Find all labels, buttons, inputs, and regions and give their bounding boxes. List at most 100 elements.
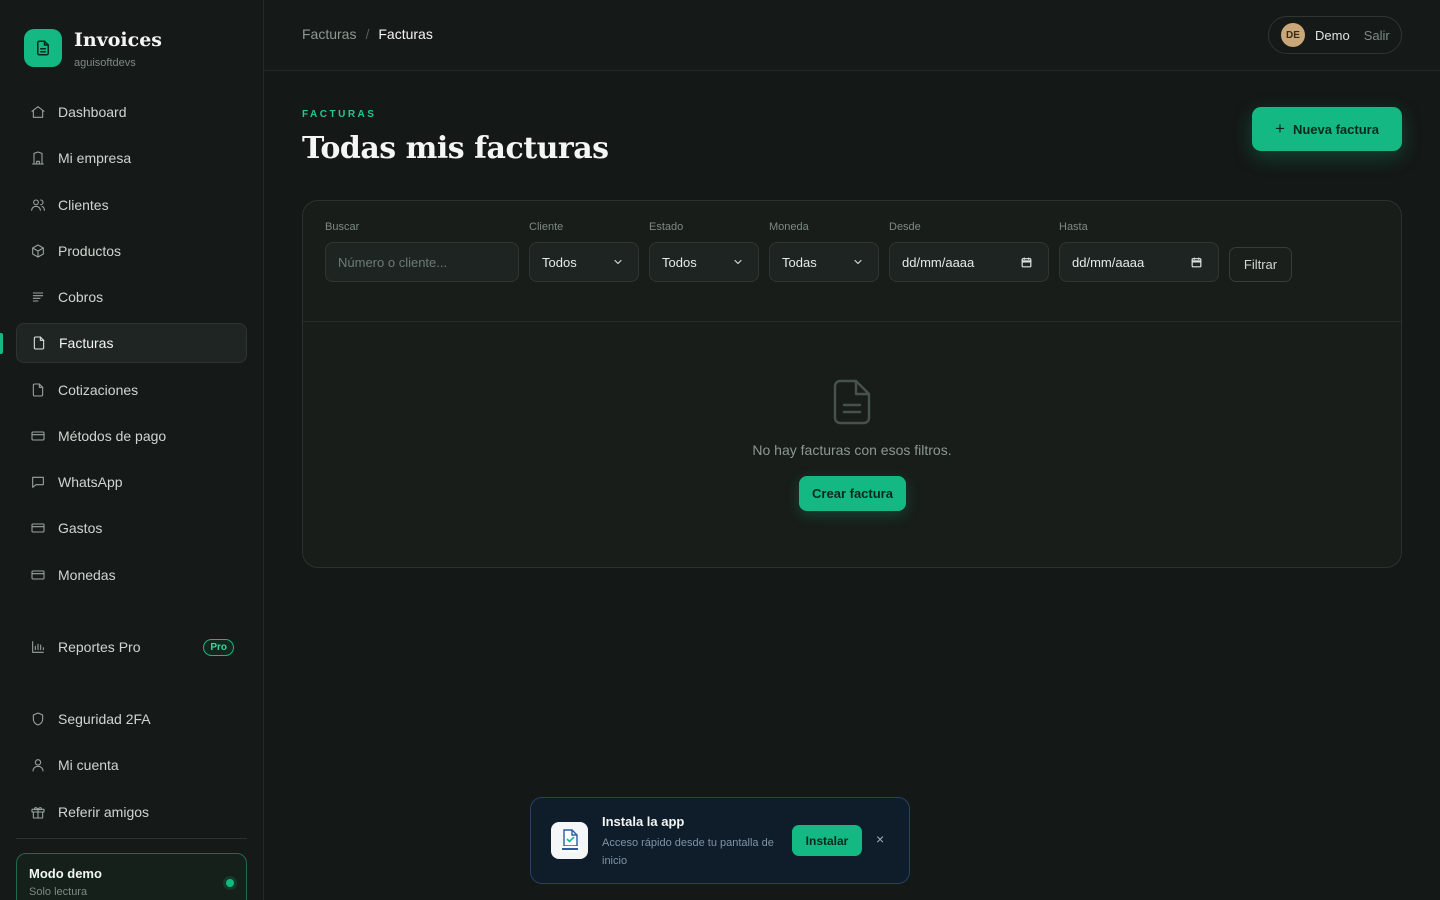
demo-mode-subtitle: Solo lectura [29,886,88,898]
sidebar-item-monedas[interactable]: Monedas [16,555,247,595]
shield-icon [29,710,47,728]
page-title: Todas mis facturas [302,131,609,166]
date-to-value: dd/mm/aaaa [1072,254,1145,270]
message-icon [29,473,47,491]
home-icon [29,103,47,121]
date-from-value: dd/mm/aaaa [902,254,975,270]
bar-chart-icon [29,638,47,656]
filter-button[interactable]: Filtrar [1229,247,1292,282]
sidebar-item-label: Facturas [59,335,114,351]
calendar-icon[interactable] [1190,256,1203,269]
sidebar-item-label: Métodos de pago [58,428,167,444]
breadcrumb: Facturas / Facturas [302,26,433,42]
date-from-input[interactable]: dd/mm/aaaa [889,242,1049,282]
list-icon [29,288,47,306]
demo-mode-card: Modo demo Solo lectura [16,853,247,900]
status-label: Estado [649,221,684,233]
sidebar-item-clientes[interactable]: Clientes [16,185,247,225]
sidebar-item-label: Mi empresa [58,150,132,166]
breadcrumb-link-facturas[interactable]: Facturas [302,26,356,42]
date-to-label: Hasta [1059,221,1088,233]
sidebar-item-mi-cuenta[interactable]: Mi cuenta [16,745,247,785]
new-invoice-button[interactable]: + Nueva factura [1252,107,1402,151]
sidebar-item-dashboard[interactable]: Dashboard [16,92,247,132]
file-icon [30,334,48,352]
user-menu: DE Demo Salir [1268,16,1402,54]
sidebar-item-productos[interactable]: Productos [16,231,247,271]
search-input[interactable]: Número o cliente... [325,242,519,282]
brand[interactable]: Invoices aguisoftdevs [24,29,162,69]
sidebar-item-mi-empresa[interactable]: Mi empresa [16,138,247,178]
install-button[interactable]: Instalar [792,825,862,856]
sidebar: Invoices aguisoftdevs Dashboard Mi empre… [0,0,264,900]
close-icon[interactable]: × [876,831,884,847]
date-to-input[interactable]: dd/mm/aaaa [1059,242,1219,282]
sidebar-item-label: Productos [58,243,122,259]
status-select[interactable]: Todos [649,242,759,282]
card-icon [29,427,47,445]
client-select[interactable]: Todos [529,242,639,282]
chevron-down-icon [614,259,622,265]
search-label: Buscar [325,221,360,233]
date-from-label: Desde [889,221,921,233]
currency-select-value: Todas [782,254,817,270]
sidebar-item-cotizaciones[interactable]: Cotizaciones [16,370,247,410]
sidebar-item-label: WhatsApp [58,474,123,490]
card-icon [29,566,47,584]
user-name: Demo [1315,27,1350,43]
currency-label: Moneda [769,221,809,233]
pro-badge: Pro [203,639,234,656]
sidebar-item-reportes-pro[interactable]: Reportes Pro Pro [16,627,247,667]
top-bar: Facturas / Facturas DE Demo Salir [264,0,1440,71]
sidebar-item-label: Cobros [58,289,104,305]
new-invoice-label: Nueva factura [1292,121,1379,137]
status-dot [226,879,234,887]
client-select-value: Todos [542,254,577,270]
sidebar-item-label: Gastos [58,520,103,536]
sidebar-item-cobros[interactable]: Cobros [16,277,247,317]
sidebar-item-referir-amigos[interactable]: Referir amigos [16,792,247,832]
client-label: Cliente [529,221,564,233]
users-icon [29,196,47,214]
sidebar-item-label: Seguridad 2FA [58,711,151,727]
building-icon [29,149,47,167]
sidebar-item-seguridad-2fa[interactable]: Seguridad 2FA [16,699,247,739]
app-subtitle: aguisoftdevs [74,57,136,69]
toast-title: Instala la app [602,814,685,829]
empty-file-icon [833,379,871,425]
invoice-logo-icon [24,29,62,67]
sidebar-item-label: Dashboard [58,104,127,120]
create-invoice-button[interactable]: Crear factura [799,476,906,511]
calendar-icon[interactable] [1020,256,1033,269]
card-icon [29,519,47,537]
sidebar-item-label: Monedas [58,567,116,583]
empty-state-message: No hay facturas con esos filtros. [752,442,952,458]
logout-button[interactable]: Salir [1364,28,1390,43]
sidebar-item-label: Cotizaciones [58,382,139,398]
file-icon [29,381,47,399]
status-select-value: Todos [662,254,697,270]
sidebar-item-label: Clientes [58,197,109,213]
demo-mode-title: Modo demo [29,866,102,881]
breadcrumb-current: Facturas [378,26,433,42]
sidebar-divider [16,838,247,839]
avatar[interactable]: DE [1281,23,1305,47]
chevron-down-icon [854,259,862,265]
filters-bar: Buscar Número o cliente... Cliente Todos… [303,201,1401,322]
sidebar-item-label: Mi cuenta [58,757,119,773]
currency-select[interactable]: Todas [769,242,879,282]
toast-subtitle: Acceso rápido desde tu pantalla de inici… [602,837,774,867]
sidebar-item-label: Referir amigos [58,804,150,820]
sidebar-item-gastos[interactable]: Gastos [16,508,247,548]
sidebar-item-whatsapp[interactable]: WhatsApp [16,462,247,502]
invoices-card: Buscar Número o cliente... Cliente Todos… [302,200,1402,568]
app-title: Invoices [74,29,162,51]
gift-icon [29,803,47,821]
page-eyebrow: FACTURAS [302,109,377,120]
sidebar-item-label: Reportes Pro [58,639,141,655]
install-app-toast: Instala la app Acceso rápido desde tu pa… [530,797,910,884]
breadcrumb-separator: / [365,26,370,42]
sidebar-item-metodos-de-pago[interactable]: Métodos de pago [16,416,247,456]
user-icon [29,756,47,774]
sidebar-item-facturas[interactable]: Facturas [16,323,247,363]
